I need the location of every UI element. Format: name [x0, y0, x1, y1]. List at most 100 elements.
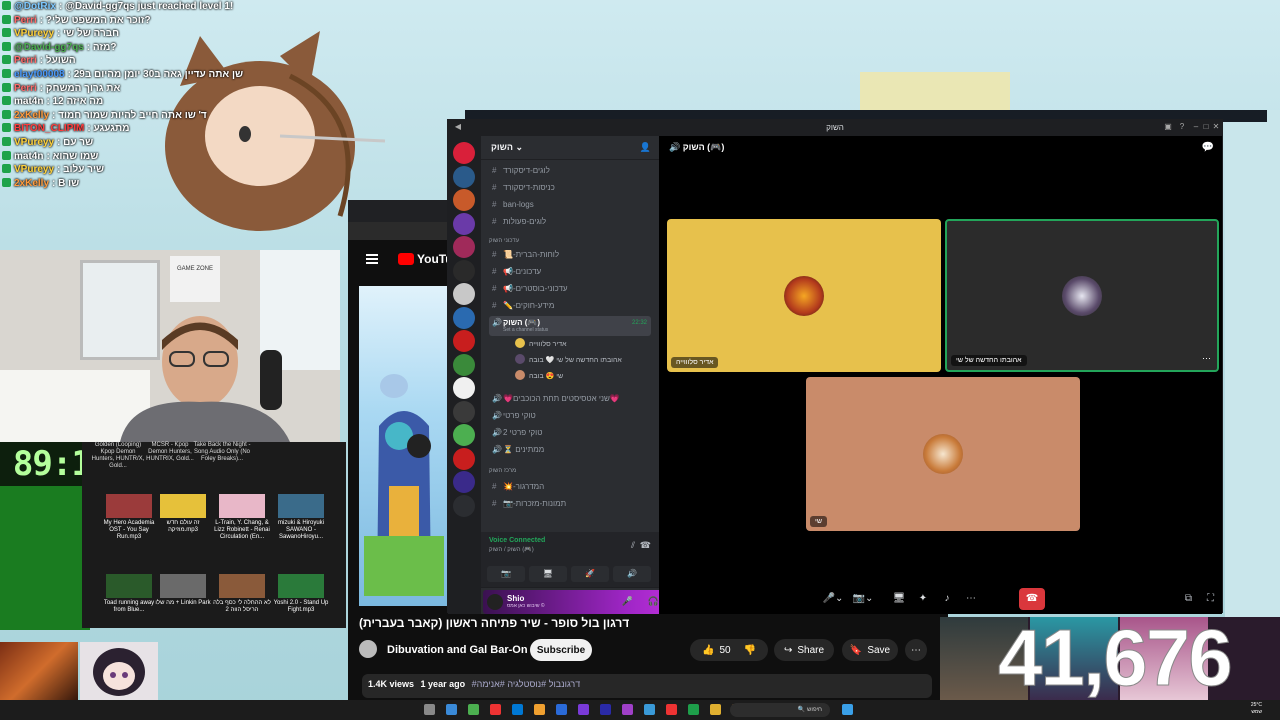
participant-tile-1[interactable]: אדיר סלוווייה — [667, 219, 941, 372]
taskbar-app-icon[interactable] — [446, 704, 457, 715]
minimize-icon[interactable]: – — [1192, 123, 1200, 131]
like-icon[interactable]: 👍 — [702, 645, 714, 656]
channel-item[interactable]: # לוגים-פעולות — [489, 215, 651, 229]
dislike-icon[interactable]: 👎 — [744, 645, 756, 656]
participant-tile-3[interactable]: שי — [806, 377, 1080, 531]
video-description[interactable]: 1.4K views 1 year ago #דרגונבול #נוסטלגי… — [362, 674, 932, 698]
noise-suppression-icon[interactable]: ⫽ — [631, 540, 635, 551]
taskbar-app-icon[interactable] — [534, 704, 545, 715]
participant-tile-2[interactable]: אהובתו החדשה של שי ⋯ — [945, 219, 1219, 372]
file-item[interactable]: L-Train, Y. Chang, & Lizz Robinett - Ren… — [213, 494, 271, 541]
file-item[interactable]: My Hero Academia OST - You Say Run.mp3 — [100, 494, 158, 541]
channel-item-active[interactable]: 🔊 השוק (🎮) 22:32 Set a channel status — [489, 316, 651, 336]
voice-channel-path[interactable]: השוק / השוק (🎮) — [489, 546, 534, 553]
mute-button[interactable]: 🎤⌄ — [822, 588, 844, 610]
channel-item[interactable]: # ✏️-מידע-חוקים — [489, 299, 651, 313]
mic-icon[interactable]: 🎤 — [622, 596, 633, 607]
soundboard-icon[interactable]: ♪ — [936, 588, 958, 610]
voice-user[interactable]: שי 😍 בובה — [515, 370, 563, 383]
share-button[interactable]: ↪ Share — [774, 639, 834, 661]
server-icon[interactable] — [453, 142, 475, 164]
screen-share-button[interactable]: 🖥 — [529, 566, 567, 582]
server-icon[interactable] — [453, 377, 475, 399]
server-icon[interactable] — [453, 283, 475, 305]
video-player[interactable] — [359, 286, 449, 606]
server-icon[interactable] — [453, 400, 475, 423]
maximize-icon[interactable]: □ — [1202, 123, 1210, 131]
server-icon[interactable] — [453, 165, 475, 188]
taskbar-app-icon[interactable] — [622, 704, 633, 715]
add-friend-icon[interactable]: 👤 — [640, 142, 651, 153]
tile-more-icon[interactable]: ⋯ — [1202, 353, 1211, 364]
channel-item[interactable]: # לוגים-דיסקורד — [489, 164, 651, 178]
taskbar-app-icon[interactable] — [424, 704, 435, 715]
taskbar-app-icon[interactable] — [600, 704, 611, 715]
system-clock[interactable]: 25°C שמש — [1251, 702, 1262, 716]
server-icon[interactable] — [453, 330, 475, 352]
share-screen-button[interactable]: 🖥 — [888, 588, 910, 610]
save-button[interactable]: 🔖 Save — [842, 639, 898, 661]
video-tags[interactable]: #דרגונבול #נוסטלגיה #אנימה — [472, 679, 581, 689]
channel-item[interactable]: 🔊 ⏳ ממתינים — [489, 443, 651, 457]
channel-category[interactable]: מרכז השוק — [489, 468, 651, 474]
channel-item[interactable]: # 📷-תמונות-מזכרות — [489, 497, 651, 511]
channel-item[interactable]: 🔊 טוקי פרטי 2 — [489, 426, 651, 440]
file-item[interactable]: Yoshi 2.0 - Stand Up Fight.mp3 — [272, 574, 330, 614]
help-icon[interactable]: ? — [1178, 123, 1186, 131]
channel-category[interactable]: עדכוני השוק — [489, 238, 651, 244]
more-options-button[interactable]: ⋯ — [960, 588, 982, 610]
close-icon[interactable]: ✕ — [1212, 123, 1220, 131]
taskbar-app-icon[interactable] — [666, 704, 677, 715]
server-icon[interactable] — [453, 306, 475, 329]
server-icon[interactable] — [453, 447, 475, 470]
activities-icon[interactable]: ✦ — [912, 588, 934, 610]
channel-item[interactable]: # 📜-לוחות-הברית — [489, 248, 651, 262]
file-item[interactable]: Toad running away from Blue... — [100, 574, 158, 614]
inbox-icon[interactable]: ▣ — [1164, 123, 1172, 131]
voice-user[interactable]: אהובתו החדשה של שי 🤍 בובה — [515, 354, 622, 367]
channel-item[interactable]: # 📢-עדכונים — [489, 265, 651, 279]
subscribe-button[interactable]: Subscribe — [530, 639, 592, 661]
file-label[interactable]: Take Back the Night - Song Audio Only (N… — [193, 442, 251, 463]
chat-bubble-icon[interactable]: 💬 — [1202, 142, 1214, 153]
taskbar-app-icon[interactable] — [468, 704, 479, 715]
server-icon[interactable] — [453, 212, 475, 235]
taskbar-app-icon[interactable] — [556, 704, 567, 715]
taskbar-app-icon[interactable] — [490, 704, 501, 715]
file-label[interactable]: MCSR - Kpop Demon Hunters, HUNTRIX, Gold… — [141, 442, 199, 463]
like-dislike-group[interactable]: 👍 50 👎 — [690, 639, 768, 661]
server-icon[interactable] — [453, 424, 475, 446]
channel-item[interactable]: # ban-logs — [489, 198, 651, 212]
server-icon[interactable] — [453, 236, 475, 258]
taskbar-app-icon[interactable] — [688, 704, 699, 715]
server-icon[interactable] — [453, 259, 475, 282]
activities-button[interactable]: 🚀 — [571, 566, 609, 582]
fullscreen-icon[interactable]: ⛶ — [1207, 593, 1214, 604]
hang-up-button[interactable]: ☎ — [1019, 588, 1045, 610]
channel-avatar[interactable] — [359, 640, 377, 658]
voice-user[interactable]: אדיר סלוווייה — [515, 338, 566, 351]
popout-icon[interactable]: ⧉ — [1185, 593, 1192, 604]
disconnect-icon[interactable]: ☎ — [640, 540, 651, 551]
channel-item[interactable]: # 📢-עדכוני-בוסטרים — [489, 282, 651, 296]
server-header[interactable]: השוק ⌄ 👤 — [481, 136, 659, 160]
taskbar-app-icon[interactable] — [644, 704, 655, 715]
camera-toggle-button[interactable]: 📷 — [487, 566, 525, 582]
user-avatar[interactable] — [487, 594, 503, 610]
file-item[interactable]: לא ההחלה לי כסף בלה הריסל הווה 2 — [213, 574, 271, 614]
camera-button[interactable]: 📷⌄ — [852, 588, 874, 610]
channel-name[interactable]: Dibuvation and Gal Bar-On — [387, 644, 528, 656]
taskbar-app-icon[interactable] — [710, 704, 721, 715]
taskbar-app-icon[interactable] — [512, 704, 523, 715]
channel-item[interactable]: 🔊 טוקי פרטי — [489, 409, 651, 423]
file-item[interactable]: מה שלו + Linkin Park — [154, 574, 212, 607]
server-icon[interactable] — [453, 353, 475, 376]
channel-item[interactable]: # כניסות-דיסקורד — [489, 181, 651, 195]
server-icon[interactable] — [453, 189, 475, 211]
more-actions-button[interactable]: ⋯ — [905, 639, 927, 661]
channel-item[interactable]: # 💥-המדרגור — [489, 480, 651, 494]
headphones-icon[interactable]: 🎧 — [648, 596, 659, 607]
server-icon[interactable] — [453, 494, 475, 517]
soundboard-button[interactable]: 🔊 — [613, 566, 651, 582]
file-label[interactable]: Golden (Looping) Kpop Demon Hunters, HUN… — [89, 442, 147, 470]
